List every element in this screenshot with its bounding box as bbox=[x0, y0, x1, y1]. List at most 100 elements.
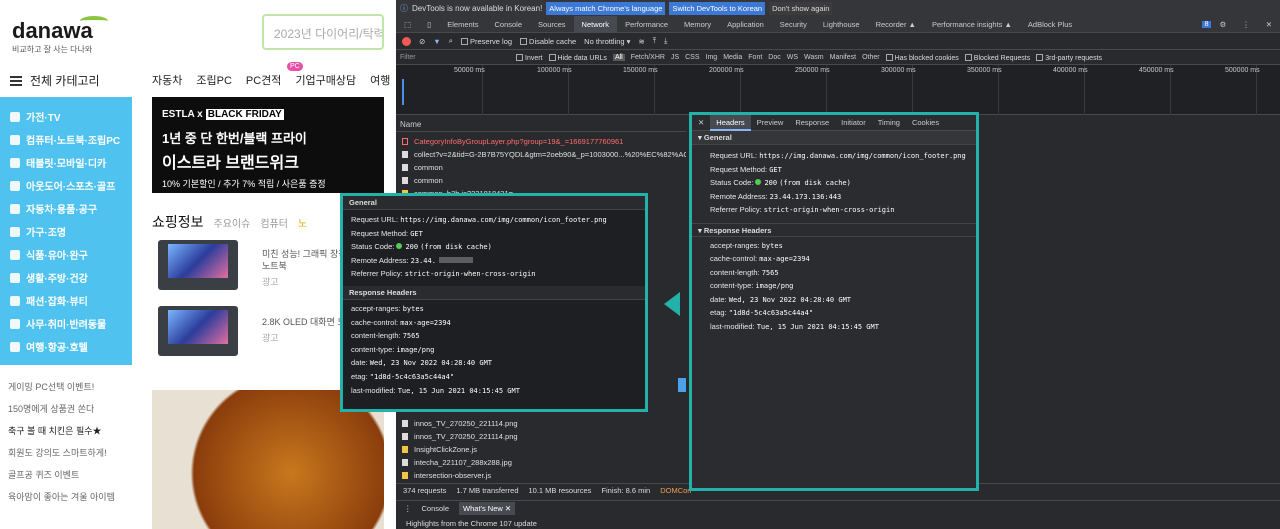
category-item[interactable]: 가구·조명 bbox=[0, 220, 132, 243]
promo-item[interactable]: 회원도 강의도 스마트하게! bbox=[0, 446, 140, 468]
filter-type-font[interactable]: Font bbox=[748, 54, 762, 61]
network-timeline[interactable]: 50000 ms 100000 ms 150000 ms 200000 ms 2… bbox=[396, 65, 1280, 115]
tab-memory[interactable]: Memory bbox=[676, 16, 719, 33]
drawer-tab-whats-new[interactable]: What's New ✕ bbox=[459, 502, 516, 515]
search-icon[interactable]: ⌕ bbox=[449, 36, 453, 46]
tab-adblock-plus[interactable]: AdBlock Plus bbox=[1020, 16, 1080, 33]
request-row[interactable]: common bbox=[396, 161, 686, 174]
tab-computer[interactable]: 컴퓨터 bbox=[260, 215, 288, 230]
name-column-header[interactable]: Name bbox=[396, 118, 686, 132]
throttling-select[interactable]: No throttling ▾ bbox=[584, 37, 630, 46]
tab-performance[interactable]: Performance bbox=[617, 16, 676, 33]
category-item[interactable]: 태블릿·모바일·디카 bbox=[0, 151, 132, 174]
tab-initiator[interactable]: Initiator bbox=[835, 115, 872, 131]
tab-response[interactable]: Response bbox=[789, 115, 835, 131]
match-language-button[interactable]: Always match Chrome's language bbox=[546, 1, 666, 15]
request-row[interactable]: InsightClickZone.js bbox=[396, 443, 686, 456]
category-item[interactable]: 패션·잡화·뷰티 bbox=[0, 289, 132, 312]
tab-security[interactable]: Security bbox=[772, 16, 815, 33]
tab-notebook[interactable]: 노 bbox=[298, 215, 307, 230]
promo-item[interactable]: 축구 볼 때 치킨은 필수★ bbox=[0, 424, 140, 446]
filter-icon[interactable]: ▼ bbox=[433, 37, 440, 46]
download-icon[interactable]: ⤓ bbox=[664, 36, 667, 46]
filter-type-img[interactable]: Img bbox=[706, 54, 718, 61]
close-detail-icon[interactable]: ✕ bbox=[692, 118, 710, 127]
switch-korean-button[interactable]: Switch DevTools to Korean bbox=[669, 1, 766, 15]
category-item[interactable]: 가전·TV bbox=[0, 105, 132, 128]
category-item[interactable]: 여행·항공·호텔 bbox=[0, 335, 132, 358]
tab-application[interactable]: Application bbox=[719, 16, 772, 33]
nav-business-purchase[interactable]: 기업구매상담 bbox=[295, 72, 356, 88]
dont-show-button[interactable]: Don't show again bbox=[769, 1, 833, 15]
gear-icon[interactable]: ⚙ bbox=[1211, 16, 1234, 33]
search-input[interactable]: 2023년 다이어리/탁력 원 bbox=[262, 14, 384, 50]
disable-cache-checkbox[interactable]: Disable cache bbox=[520, 37, 576, 46]
invert-checkbox[interactable]: Invert bbox=[516, 53, 543, 62]
filter-type-media[interactable]: Media bbox=[723, 54, 742, 61]
blocked-cookies-checkbox[interactable]: Has blocked cookies bbox=[885, 53, 959, 62]
filter-type-ws[interactable]: WS bbox=[787, 54, 798, 61]
tab-lighthouse[interactable]: Lighthouse bbox=[815, 16, 868, 33]
request-row[interactable]: intersection-observer.js bbox=[396, 469, 686, 482]
tab-performance-insights[interactable]: Performance insights ▲ bbox=[924, 16, 1020, 33]
filter-input[interactable]: Filter bbox=[400, 54, 510, 61]
filter-type-doc[interactable]: Doc bbox=[768, 54, 780, 61]
nav-travel[interactable]: 여행 bbox=[370, 72, 390, 88]
category-item[interactable]: 컴퓨터·노트북·조립PC bbox=[0, 128, 132, 151]
request-row[interactable]: common bbox=[396, 174, 686, 187]
request-row[interactable]: CategoryInfoByGroupLayer.php?group=19&_=… bbox=[396, 135, 686, 148]
promo-item[interactable]: 골프공 퀴즈 이벤트 bbox=[0, 468, 140, 490]
tab-timing[interactable]: Timing bbox=[872, 115, 906, 131]
issues-badge[interactable]: 8 bbox=[1201, 20, 1212, 28]
tab-network[interactable]: Network bbox=[573, 15, 618, 33]
clear-icon[interactable]: ⊘ bbox=[419, 37, 425, 46]
promo-banner[interactable]: ESTLA x BLACK FRIDAY 1년 중 단 한번/블랙 프라이 이스트… bbox=[152, 97, 384, 193]
promo-item[interactable]: 150명에게 상품권 쏜다 bbox=[0, 402, 140, 424]
category-item[interactable]: 식품·유아·완구 bbox=[0, 243, 132, 266]
nav-car[interactable]: 자동차 bbox=[152, 72, 182, 88]
tab-headers[interactable]: Headers bbox=[710, 114, 751, 131]
general-section-header[interactable]: ▾ General bbox=[692, 131, 976, 145]
tab-main-issues[interactable]: 주요이슈 bbox=[214, 215, 251, 230]
nav-custom-pc[interactable]: 조립PC bbox=[196, 72, 232, 88]
promo-item[interactable]: 게이밍 PC선택 이벤트! bbox=[0, 380, 140, 402]
tab-preview[interactable]: Preview bbox=[751, 115, 790, 131]
tab-sources[interactable]: Sources bbox=[530, 16, 574, 33]
third-party-checkbox[interactable]: 3rd-party requests bbox=[1036, 53, 1102, 62]
filter-type-js[interactable]: JS bbox=[671, 54, 679, 61]
category-item[interactable]: 자동차·용품·공구 bbox=[0, 197, 132, 220]
tab-recorder[interactable]: Recorder ▲ bbox=[868, 16, 924, 33]
preserve-log-checkbox[interactable]: Preserve log bbox=[460, 37, 512, 46]
upload-icon[interactable]: ⤒ bbox=[653, 36, 656, 46]
filter-type-all[interactable]: All bbox=[612, 54, 625, 61]
all-categories-button[interactable]: 전체 카테고리 bbox=[10, 72, 100, 89]
promo-item[interactable]: 육아맘이 좋아는 겨울 아이템 bbox=[0, 490, 140, 512]
hide-data-urls-checkbox[interactable]: Hide data URLs bbox=[548, 53, 607, 62]
request-row[interactable]: intecha_221107_288x288.jpg bbox=[396, 456, 686, 469]
inspect-icon[interactable]: ⬚ bbox=[396, 16, 419, 33]
tab-console[interactable]: Console bbox=[487, 16, 531, 33]
drawer-menu-icon[interactable]: ⋮ bbox=[404, 504, 412, 513]
filter-type-other[interactable]: Other bbox=[862, 54, 880, 61]
product-image[interactable] bbox=[158, 240, 238, 290]
more-icon[interactable]: ⋮ bbox=[1234, 16, 1258, 33]
drawer-tab-console[interactable]: Console bbox=[422, 504, 450, 513]
tab-elements[interactable]: Elements bbox=[439, 16, 486, 33]
filter-type-manifest[interactable]: Manifest bbox=[830, 54, 856, 61]
category-item[interactable]: 아웃도어·스포츠·골프 bbox=[0, 174, 132, 197]
record-icon[interactable] bbox=[402, 36, 411, 46]
filter-type-css[interactable]: CSS bbox=[685, 54, 699, 61]
filter-type-wasm[interactable]: Wasm bbox=[804, 54, 824, 61]
nav-pc-estimate[interactable]: PC견적 bbox=[246, 72, 282, 88]
wifi-icon[interactable]: ≋ bbox=[638, 37, 644, 46]
device-toggle-icon[interactable]: ▯ bbox=[419, 16, 439, 33]
request-row[interactable]: collect?v=2&tid=G-2B7B75YQDL&gtm=2oeb90&… bbox=[396, 148, 686, 161]
close-icon[interactable]: ✕ bbox=[1258, 16, 1280, 33]
tab-cookies[interactable]: Cookies bbox=[906, 115, 945, 131]
category-item[interactable]: 사무·취미·반려동물 bbox=[0, 312, 132, 335]
request-row[interactable]: innos_TV_270250_221114.png bbox=[396, 430, 686, 443]
response-headers-section-header[interactable]: ▾ Response Headers bbox=[692, 222, 976, 237]
filter-type-fetch[interactable]: Fetch/XHR bbox=[631, 54, 665, 61]
product-image[interactable] bbox=[158, 306, 238, 356]
blocked-requests-checkbox[interactable]: Blocked Requests bbox=[964, 53, 1030, 62]
